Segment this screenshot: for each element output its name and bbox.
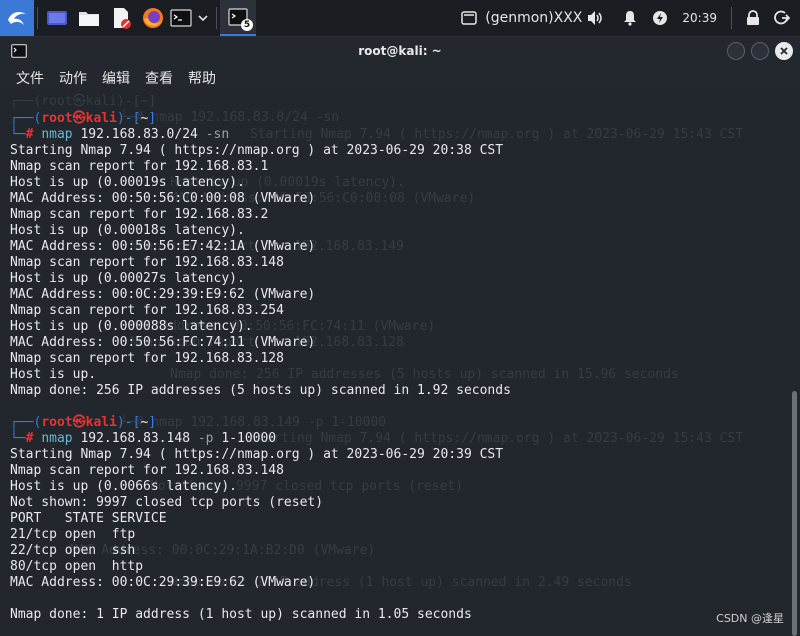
output-line: MAC Address: 00:50:56:FC:74:11 (VMware) (10, 335, 316, 350)
command-name: nmap (41, 431, 73, 446)
output-line: Host is up (0.00019s latency). (10, 175, 245, 190)
kali-menu-icon[interactable] (0, 0, 34, 36)
terminal-launcher-icon[interactable] (169, 0, 193, 36)
output-line: Host is up. (10, 367, 97, 382)
genmon-label: (genmon)XXX (485, 10, 583, 26)
output-line: Nmap scan report for 192.168.83.254 (10, 303, 284, 318)
output-line: Host is up (0.00018s latency). (10, 223, 245, 238)
terminal-output[interactable]: ┌──(root㉿kali)-[~] └─# nmap 192.168.83.0… (0, 91, 800, 636)
workspace-badge: 5 (241, 19, 253, 31)
output-line: Nmap scan report for 192.168.83.2 (10, 207, 269, 222)
panel-separator (216, 7, 217, 29)
logout-icon[interactable] (774, 10, 790, 26)
prompt-hash: # (25, 127, 34, 142)
menu-help[interactable]: 帮助 (188, 68, 216, 88)
output-line: 21/tcp open ftp (10, 527, 136, 542)
output-line: MAC Address: 00:50:56:C0:00:08 (VMware) (10, 191, 316, 206)
command-name: nmap (41, 127, 73, 142)
command-arg: 192.168.83.148 (80, 431, 191, 446)
ghost-line: Nmap done: 256 IP addresses (5 hosts up)… (170, 367, 679, 382)
menu-bar: 文件 动作 编辑 查看 帮助 (0, 65, 800, 91)
prompt-host: kali (85, 415, 117, 430)
scrollbar-thumb[interactable] (792, 391, 797, 636)
prompt-line-2: ┌──(root㉿kali)-[~] (10, 415, 157, 430)
prompt-user: root (41, 415, 73, 430)
watermark: CSDN @逢星 (716, 612, 784, 625)
output-line: Nmap scan report for 192.168.83.148 (10, 255, 284, 270)
prompt-user: root (41, 111, 73, 126)
output-line: Nmap scan report for 192.168.83.128 (10, 351, 284, 366)
output-line: MAC Address: 00:50:56:E7:42:1A (VMware) (10, 239, 316, 254)
command-arg: 1-10000 (221, 431, 277, 446)
output-line: Starting Nmap 7.94 ( https://nmap.org ) … (10, 447, 504, 462)
file-manager-icon[interactable] (73, 0, 105, 36)
ghost-line: Starting Nmap 7.94 ( https://nmap.org ) … (250, 127, 744, 142)
firefox-icon[interactable] (137, 0, 169, 36)
clock[interactable]: 20:39 (682, 11, 717, 25)
output-line: Nmap scan report for 192.168.83.148 (10, 463, 284, 478)
monitor-icon (461, 11, 477, 25)
menu-edit[interactable]: 编辑 (102, 68, 130, 88)
prompt-at: ㉿ (72, 111, 86, 126)
show-desktop-icon[interactable] (41, 0, 73, 36)
system-tray: (genmon)XXX 20:39 (461, 0, 800, 36)
lock-screen-icon[interactable] (746, 10, 760, 26)
output-line: Nmap done: 1 IP address (1 host up) scan… (10, 607, 472, 622)
output-line: PORT STATE SERVICE (10, 511, 167, 526)
clock-label: 20:39 (682, 11, 717, 25)
command-flag: -sn (205, 127, 230, 142)
ghost-line: └─# nmap 192.168.83.149 -p 1-10000 (120, 415, 387, 430)
prompt-line-1: ┌──(root㉿kali)-[~] (10, 111, 157, 126)
output-line: Starting Nmap 7.94 ( https://nmap.org ) … (10, 143, 504, 158)
close-icon (780, 47, 788, 55)
terminal-window-button[interactable]: 5 (220, 0, 256, 36)
text-editor-icon[interactable] (105, 0, 137, 36)
output-line: 22/tcp open ssh (10, 543, 136, 558)
genmon-plugin[interactable]: (genmon)XXX (461, 10, 582, 26)
output-line: Host is up (0.000088s latency). (10, 319, 253, 334)
chevron-down-icon[interactable] (193, 0, 213, 36)
output-line: Host is up (0.00027s latency). (10, 271, 245, 286)
minimize-button[interactable] (727, 42, 745, 60)
ghost-line: Starting Nmap 7.94 ( https://nmap.org ) … (250, 431, 744, 446)
menu-view[interactable]: 查看 (145, 68, 173, 88)
command-line-2: └─# nmap 192.168.83.148 -p 1-10000 (10, 431, 277, 446)
volume-icon[interactable] (586, 10, 604, 26)
power-manager-icon[interactable] (652, 10, 668, 26)
output-line: MAC Address: 00:0C:29:39:E9:62 (VMware) (10, 575, 316, 590)
top-panel: 5 (genmon)XXX 20:39 (0, 0, 800, 37)
panel-separator (731, 7, 732, 29)
notification-bell-icon[interactable] (622, 10, 638, 26)
window-titlebar[interactable]: root@kali: ~ (0, 37, 800, 65)
maximize-button[interactable] (751, 42, 769, 60)
menu-file[interactable]: 文件 (16, 68, 44, 88)
output-line: Nmap scan report for 192.168.83.1 (10, 159, 269, 174)
window-title: root@kali: ~ (358, 44, 442, 58)
menu-action[interactable]: 动作 (59, 68, 87, 88)
output-line: Not shown: 9997 closed tcp ports (reset) (10, 495, 324, 510)
command-flag: -p (197, 431, 214, 446)
output-line: 80/tcp open http (10, 559, 144, 574)
command-arg: 192.168.83.0/24 (80, 127, 198, 142)
prompt-at: ㉿ (72, 415, 86, 430)
output-line: Nmap done: 256 IP addresses (5 hosts up)… (10, 383, 511, 398)
prompt-host: kali (85, 111, 117, 126)
command-line-1: └─# nmap 192.168.83.0/24 -sn (10, 127, 230, 142)
panel-separator (37, 7, 38, 29)
prompt-hash: # (25, 431, 34, 446)
ghost-line: ┌──(root㉿kali)-[~] (10, 94, 157, 109)
close-button[interactable] (775, 42, 793, 60)
output-line: Host is up (0.0066s latency). (10, 479, 237, 494)
output-line: MAC Address: 00:0C:29:39:E9:62 (VMware) (10, 287, 316, 302)
